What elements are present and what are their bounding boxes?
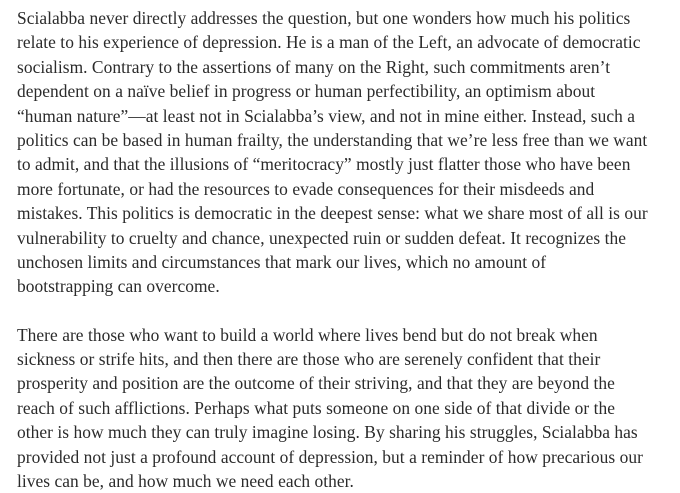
- text-line: vulnerability to cruelty and chance, une…: [17, 227, 626, 248]
- text-line: socialism. Contrary to the assertions of…: [17, 56, 611, 77]
- text-line: bootstrapping can overcome.: [17, 276, 220, 297]
- text-line: unchosen limits and circumstances that m…: [17, 251, 547, 272]
- text-line: politics can be based in human frailty, …: [17, 129, 648, 150]
- paragraph-1: Scialabba never directly addresses the q…: [17, 0, 677, 299]
- text-line: reach of such afflictions. Perhaps what …: [17, 397, 616, 418]
- text-line: “human nature”—at least not in Scialabba…: [17, 105, 636, 126]
- text-line: Scialabba never directly addresses the q…: [17, 8, 631, 28]
- text-line: mistakes. This politics is democratic in…: [17, 203, 648, 224]
- text-line: provided not just a profound account of …: [17, 446, 643, 467]
- text-line: sickness or strife hits, and then there …: [17, 349, 601, 370]
- article-body: Scialabba never directly addresses the q…: [17, 0, 677, 493]
- text-line: relate to his experience of depression. …: [17, 32, 641, 53]
- paragraph-2: There are those who want to build a worl…: [17, 323, 677, 493]
- text-line: other is how much they can truly imagine…: [17, 422, 638, 443]
- text-line: There are those who want to build a worl…: [17, 324, 598, 345]
- text-line: lives can be, and how much we need each …: [17, 471, 354, 492]
- text-line: prosperity and position are the outcome …: [17, 373, 615, 394]
- text-line: more fortunate, or had the resources to …: [17, 178, 595, 199]
- text-line: dependent on a naïve belief in progress …: [17, 81, 596, 102]
- text-line: to admit, and that the illusions of “mer…: [17, 154, 631, 175]
